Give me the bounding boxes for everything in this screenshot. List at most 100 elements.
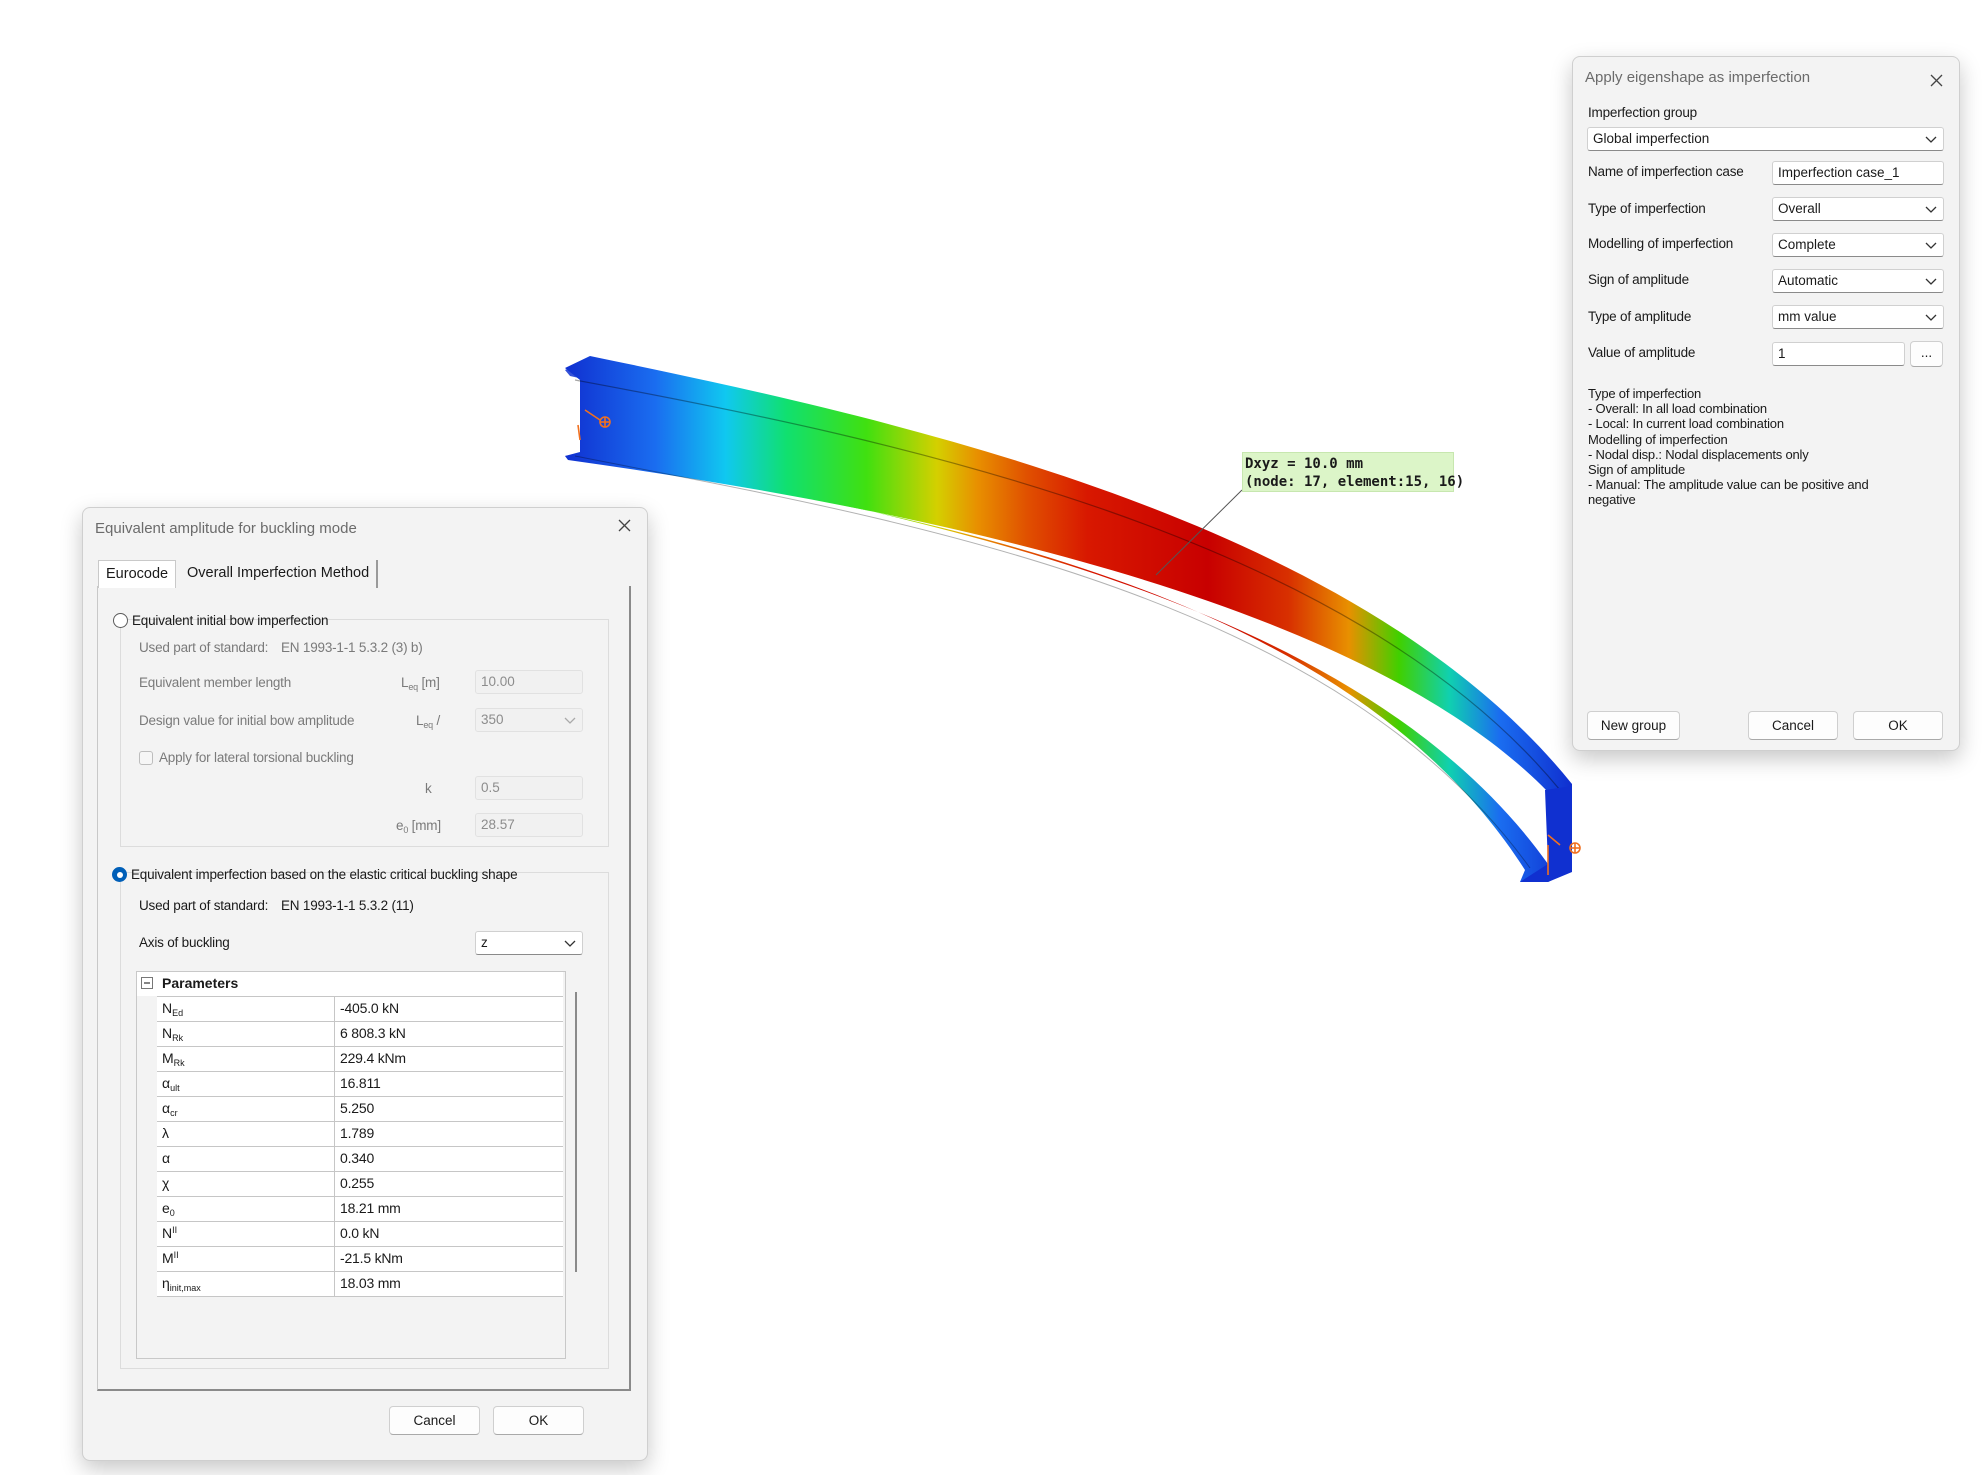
elastic-standard-value: EN 1993-1-1 5.3.2 (11) xyxy=(281,898,414,913)
desc-line: - Manual: The amplitude value can be pos… xyxy=(1588,477,1869,493)
table-row[interactable]: e0 18.21 mm xyxy=(157,1196,563,1221)
new-group-button[interactable]: New group xyxy=(1587,711,1680,740)
type-of-imperfection-select[interactable]: Overall xyxy=(1772,197,1944,221)
chevron-down-icon xyxy=(1925,206,1937,213)
symbol-sub: eq xyxy=(423,720,433,730)
eq-length-value: 10.00 xyxy=(481,674,515,689)
field-label-amp-value: Value of amplitude xyxy=(1588,345,1696,360)
lateral-torsional-label: Apply for lateral torsional buckling xyxy=(159,750,354,765)
parameter-value: 0.340 xyxy=(340,1150,375,1166)
bow-standard-label: Used part of standard: xyxy=(139,640,269,655)
imperfection-case-name-input[interactable]: Imperfection case_1 xyxy=(1772,161,1944,185)
ok-button[interactable]: OK xyxy=(1853,711,1943,740)
browse-button[interactable]: ... xyxy=(1910,341,1943,367)
eigenshape-dialog: Apply eigenshape as imperfection Imperfe… xyxy=(1572,56,1960,751)
table-row[interactable]: NII 0.0 kN xyxy=(157,1221,563,1246)
table-row[interactable]: αcr 5.250 xyxy=(157,1096,563,1121)
desc-line: Type of imperfection xyxy=(1588,386,1702,401)
parameter-value: 16.811 xyxy=(340,1075,381,1091)
k-label: k xyxy=(425,781,432,796)
sign-of-amplitude-select[interactable]: Automatic xyxy=(1772,269,1944,293)
table-row[interactable]: αult 16.811 xyxy=(157,1071,563,1096)
tab-overall-imperfection-method[interactable]: Overall Imperfection Method xyxy=(180,560,379,588)
amplitude-value-input[interactable]: 1 xyxy=(1772,342,1905,366)
max-deflection-label: Dxyz = 10.0 mm (node: 17, element:15, 16… xyxy=(1242,452,1464,492)
parameter-value: 1.789 xyxy=(340,1125,375,1141)
table-row[interactable]: α 0.340 xyxy=(157,1146,563,1171)
collapse-icon[interactable] xyxy=(141,977,153,989)
imperfection-case-name-value: Imperfection case_1 xyxy=(1778,165,1900,180)
type-of-amplitude-select[interactable]: mm value xyxy=(1772,305,1944,329)
bow-imperfection-radio[interactable] xyxy=(113,613,128,628)
close-icon[interactable] xyxy=(613,514,637,538)
field-label-sign: Sign of amplitude xyxy=(1588,272,1689,287)
parameter-subscript: cr xyxy=(170,1108,178,1118)
parameter-value: -405.0 kN xyxy=(340,1000,399,1016)
parameter-name: NRk xyxy=(157,1022,335,1046)
elastic-buckling-radio[interactable] xyxy=(112,867,127,882)
symbol-suffix: / xyxy=(432,713,441,728)
group-select-value: Global imperfection xyxy=(1593,131,1710,146)
table-row[interactable]: λ 1.789 xyxy=(157,1121,563,1146)
parameter-name: MII xyxy=(157,1247,335,1271)
parameter-name: MRk xyxy=(157,1047,335,1071)
design-value: 350 xyxy=(481,712,504,727)
parameter-symbol: α xyxy=(162,1100,171,1116)
tab-eurocode[interactable]: Eurocode xyxy=(98,560,177,588)
parameter-symbol: λ xyxy=(162,1125,169,1141)
parameter-symbol: N xyxy=(162,1225,173,1241)
desc-line: - Local: In current load combination xyxy=(1588,416,1784,432)
parameter-name: χ xyxy=(157,1172,335,1196)
parameter-name: α xyxy=(157,1147,335,1171)
parameter-symbol: M xyxy=(162,1250,174,1266)
table-row[interactable]: MRk 229.4 kNm xyxy=(157,1046,563,1071)
k-value: 0.5 xyxy=(481,780,500,795)
parameter-symbol: e xyxy=(162,1200,170,1216)
eq-length-input: 10.00 xyxy=(475,670,583,694)
symbol-sub: eq xyxy=(408,682,418,692)
elastic-standard-label: Used part of standard: xyxy=(139,898,269,913)
table-row[interactable]: NRk 6 808.3 kN xyxy=(157,1021,563,1046)
modelling-select[interactable]: Complete xyxy=(1772,233,1944,257)
cancel-button[interactable]: Cancel xyxy=(389,1406,480,1435)
elastic-buckling-label: Equivalent imperfection based on the ela… xyxy=(131,867,518,882)
chevron-down-icon xyxy=(1925,136,1937,143)
ok-button[interactable]: OK xyxy=(493,1406,584,1435)
bow-imperfection-label: Equivalent initial bow imperfection xyxy=(132,613,329,628)
parameter-name: ηinit,max xyxy=(157,1272,335,1296)
parameter-symbol: α xyxy=(162,1075,171,1091)
table-row[interactable]: ηinit,max 18.03 mm xyxy=(157,1271,563,1296)
cancel-button[interactable]: Cancel xyxy=(1748,711,1838,740)
design-value-select: 350 xyxy=(475,708,583,732)
design-value-symbol: Leq / xyxy=(416,713,440,730)
desc-line: - Nodal disp.: Nodal displacements only xyxy=(1588,446,1809,462)
lateral-torsional-checkbox xyxy=(139,751,153,765)
chevron-down-icon xyxy=(1925,242,1937,249)
help-description: Type of imperfection - Overall: In all l… xyxy=(1588,386,1869,508)
parameters-header: Parameters xyxy=(137,972,563,996)
sign-of-amplitude-value: Automatic xyxy=(1778,273,1839,288)
axis-of-buckling-select[interactable]: z xyxy=(475,931,583,955)
group-select[interactable]: Global imperfection xyxy=(1587,127,1944,151)
parameter-subscript: init,max xyxy=(169,1283,201,1293)
grid-scrollbar[interactable] xyxy=(575,992,577,1272)
parameter-name: αult xyxy=(157,1072,335,1096)
table-row[interactable]: χ 0.255 xyxy=(157,1171,563,1196)
parameter-value: 6 808.3 kN xyxy=(340,1025,406,1041)
chevron-down-icon xyxy=(564,717,576,724)
design-value-label: Design value for initial bow amplitude xyxy=(139,713,355,728)
type-of-amplitude-value: mm value xyxy=(1778,309,1837,324)
axis-of-buckling-label: Axis of buckling xyxy=(139,935,230,950)
chevron-down-icon xyxy=(564,940,576,947)
parameter-subscript: Rk xyxy=(172,1033,184,1043)
field-label-modelling: Modelling of imperfection xyxy=(1588,236,1734,251)
table-row[interactable]: NEd -405.0 kN xyxy=(157,996,563,1021)
parameter-name: λ xyxy=(157,1122,335,1146)
parameter-subscript: Ed xyxy=(172,1008,184,1018)
type-of-imperfection-value: Overall xyxy=(1778,201,1821,216)
parameter-value: 0.255 xyxy=(340,1175,375,1191)
close-icon[interactable] xyxy=(1925,69,1949,93)
table-row[interactable]: MII -21.5 kNm xyxy=(157,1246,563,1271)
parameters-grid[interactable]: Parameters N Ed -405.0 kN NRk 6 808.3 kN MRk 2… xyxy=(136,971,577,1359)
symbol-unit: [mm] xyxy=(408,818,441,833)
